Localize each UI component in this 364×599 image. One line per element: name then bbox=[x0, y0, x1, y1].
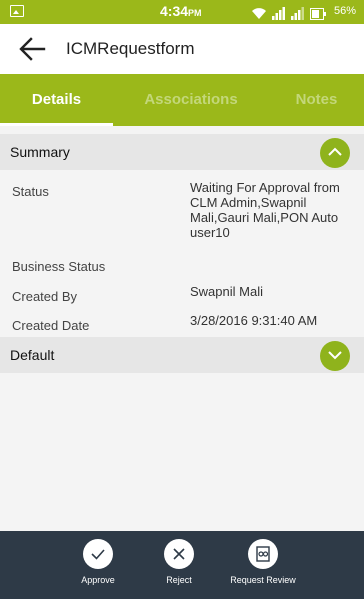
summary-header-label: Summary bbox=[10, 144, 70, 160]
tab-bar: Details Associations Notes bbox=[0, 74, 364, 126]
back-arrow-icon[interactable] bbox=[18, 36, 46, 62]
signal-icon bbox=[291, 7, 304, 20]
signal-icon bbox=[272, 7, 285, 20]
created-by-label: Created By bbox=[12, 289, 78, 304]
page-title: ICMRequestform bbox=[66, 39, 195, 58]
chevron-down-icon bbox=[328, 351, 342, 360]
status-time-value: 4:34 bbox=[160, 3, 189, 19]
details-content: Summary Status Waiting For Approval from… bbox=[0, 126, 364, 531]
battery-percent: 56% bbox=[333, 5, 356, 17]
approve-circle bbox=[83, 539, 113, 569]
summary-section-header[interactable]: Summary bbox=[0, 134, 364, 170]
reject-button[interactable]: Reject bbox=[152, 539, 206, 585]
default-header-label: Default bbox=[10, 347, 55, 363]
request-review-label: Request Review bbox=[230, 575, 296, 585]
image-icon bbox=[10, 5, 24, 17]
created-date-value: 3/28/2016 9:31:40 AM bbox=[190, 313, 318, 328]
status-value: Waiting For Approval from CLM Admin,Swap… bbox=[190, 180, 340, 240]
created-date-label: Created Date bbox=[12, 318, 90, 333]
status-time: 4:34PM bbox=[160, 3, 202, 19]
status-bar: 4:34PM 56% bbox=[0, 0, 364, 24]
chevron-up-icon bbox=[328, 147, 342, 156]
tab-associations[interactable]: Associations bbox=[113, 74, 269, 126]
approve-button[interactable]: Approve bbox=[70, 539, 126, 585]
status-icons bbox=[251, 4, 326, 20]
default-section-header[interactable]: Default bbox=[0, 337, 364, 373]
request-review-circle bbox=[248, 539, 278, 569]
app-bar: ICMRequestform bbox=[0, 24, 364, 74]
status-ampm: PM bbox=[188, 8, 202, 18]
status-label: Status bbox=[12, 184, 49, 199]
reject-label: Reject bbox=[166, 575, 192, 585]
close-icon bbox=[173, 548, 185, 560]
approve-label: Approve bbox=[81, 575, 115, 585]
reject-circle bbox=[164, 539, 194, 569]
check-icon bbox=[91, 549, 105, 560]
wifi-icon bbox=[252, 8, 266, 19]
business-status-label: Business Status bbox=[12, 259, 106, 274]
expand-default-button[interactable] bbox=[320, 341, 350, 371]
request-review-button[interactable]: Request Review bbox=[222, 539, 304, 585]
tab-details[interactable]: Details bbox=[0, 74, 113, 126]
tab-notes[interactable]: Notes bbox=[269, 74, 364, 126]
battery-icon bbox=[310, 8, 326, 20]
action-bar: Approve Reject Request Review bbox=[0, 531, 364, 599]
collapse-summary-button[interactable] bbox=[320, 138, 350, 168]
created-by-value: Swapnil Mali bbox=[190, 284, 263, 299]
review-document-icon bbox=[256, 546, 270, 562]
